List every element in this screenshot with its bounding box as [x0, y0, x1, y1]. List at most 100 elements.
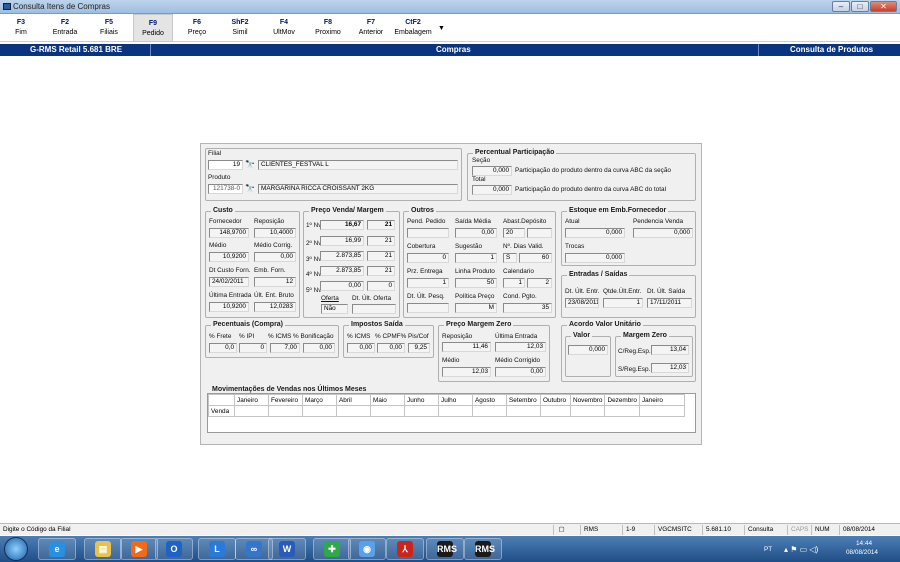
pmz-reposicao-value: 11,46 [442, 342, 491, 352]
custo-fornecedor: 148,9700 [209, 228, 249, 238]
taskbar-app-7[interactable]: W [268, 538, 306, 560]
function-toolbar: F3 Fim F2 Entrada F5 Filiais F9 Pedido F6 Pre… [0, 14, 900, 42]
binoculars-icon[interactable]: 🔭 [245, 160, 255, 169]
table-cell [404, 405, 439, 417]
table-cell [569, 405, 606, 417]
table-row: Venda [208, 405, 685, 417]
filial-code-input[interactable]: 19 [208, 160, 243, 170]
table-cell [540, 405, 571, 417]
month-header: Julho [438, 394, 473, 406]
filial-name-field: CLIENTES_FESTVAL L [258, 160, 458, 170]
table-cell [506, 405, 541, 417]
status-mode: Consulta [744, 525, 776, 535]
toolbar-entrada[interactable]: F2 Entrada [46, 14, 84, 42]
maximize-button[interactable]: □ [851, 1, 869, 12]
custo-ult-entrada: 10,9200 [209, 302, 249, 312]
toolbar-embalagem[interactable]: CtF2 Embalagem [391, 14, 435, 42]
abast-deposito-label: Abast.Depósito [503, 218, 547, 225]
table-cell [370, 405, 405, 417]
toolbar-pedido[interactable]: F9 Pedido [133, 14, 173, 42]
taskbar-app-8[interactable]: ✚ [313, 538, 351, 560]
clock-time[interactable]: 14:44 [856, 540, 872, 547]
taskbar-app-9[interactable]: ◉ [348, 538, 386, 560]
frete-value: 0,0 [209, 343, 237, 353]
status-date: 08/08/2014 [839, 525, 878, 535]
trocas-label: Trocas [565, 243, 585, 250]
custo-dt-custo: 24/02/2011 [209, 277, 249, 287]
system-tray: PT ▴ ⚑ ▭ ◁) 14:44 08/08/2014 [756, 538, 896, 560]
creg-value: 13,04 [651, 345, 689, 355]
toolbar-proximo[interactable]: F8 Proximo [309, 14, 347, 42]
custo-emb-forn: 12 [254, 277, 296, 287]
pendencia-label: Pendencia Venda [633, 218, 684, 225]
month-header: Agosto [472, 394, 507, 406]
saida-media-value: 0,00 [455, 228, 497, 238]
month-header: Junho [404, 394, 439, 406]
pend-pedido-label: Pend. Pedido [407, 218, 446, 225]
media-icon: ▶ [131, 541, 147, 557]
toolbar-filiais[interactable]: F5 Filiais [90, 14, 128, 42]
taskbar-app-10[interactable]: ⅄ [386, 538, 424, 560]
window-title: Consulta Itens de Compras [13, 2, 110, 11]
close-button[interactable]: ✕ [870, 1, 897, 12]
month-header: Março [302, 394, 337, 406]
taskbar-app-11[interactable]: RMS [426, 538, 464, 560]
pmz-medio-corrigido-value: 0,00 [495, 367, 546, 377]
explorer-icon: ▤ [95, 541, 111, 557]
total-desc: Participação do produto dentro da curva … [515, 186, 666, 193]
nivel-5-margem: 0 [367, 281, 395, 291]
module-name: Compras [436, 45, 471, 54]
title-bar: Consulta Itens de Compras – □ ✕ [0, 0, 900, 14]
language-indicator[interactable]: PT [764, 546, 772, 553]
sugestao-value: 1 [455, 253, 497, 263]
ult-entrada-label: Última Entrada [209, 292, 252, 299]
taskbar-app-3[interactable]: ▶ [120, 538, 158, 560]
taskbar-app-12[interactable]: RMS [464, 538, 502, 560]
ult-ent-bruto-label: Últ. Ent. Bruto [254, 292, 294, 299]
outlook-icon: O [166, 541, 182, 557]
toolbar-anterior[interactable]: F7 Anterior [352, 14, 390, 42]
vendas-table[interactable]: Janeiro Fevereiro Março Abril Maio Junho… [207, 393, 696, 433]
pend-pedido-value [407, 228, 449, 238]
clock-date[interactable]: 08/08/2014 [846, 549, 878, 556]
cobertura-label: Cobertura [407, 243, 436, 250]
install-icon: ✚ [324, 541, 340, 557]
dt-ult-oferta-value [352, 304, 396, 314]
icms-value: 7,00 [270, 343, 300, 353]
month-header: Maio [370, 394, 405, 406]
dt-ult-entr-value: 23/08/2011 [565, 298, 599, 308]
medio-label: Médio [209, 242, 227, 249]
impostos-icms-label: % ICMS [347, 333, 371, 340]
taskbar-app-2[interactable]: ▤ [84, 538, 122, 560]
taskbar-app-4[interactable]: O [155, 538, 193, 560]
month-header: Outubro [540, 394, 571, 406]
month-header: Setembro [506, 394, 541, 406]
start-button[interactable] [4, 537, 28, 561]
dropdown-arrow-icon[interactable]: ▼ [438, 25, 445, 32]
table-cell [268, 405, 303, 417]
pdf-icon: ⅄ [397, 541, 413, 557]
taskbar-app-1[interactable]: e [38, 538, 76, 560]
binoculars-icon-2[interactable]: 🔭 [245, 184, 255, 193]
sugestao-label: Sugestão [455, 243, 483, 250]
impostos-piscof-label: Pis/Cof [408, 333, 429, 340]
dt-ult-oferta-label: Dt. Últ. Oferta [352, 295, 392, 302]
toolbar-ultmov[interactable]: F4 UltMov [265, 14, 303, 42]
taskbar-app-5[interactable]: L [198, 538, 236, 560]
toolbar-preco[interactable]: F6 Preço [178, 14, 216, 42]
screen-name: Consulta de Produtos [790, 45, 874, 54]
produto-code-input[interactable]: 121738-0 [208, 184, 243, 194]
table-cell [234, 405, 269, 417]
row-label: Venda [208, 405, 235, 417]
tray-icons[interactable]: ▴ ⚑ ▭ ◁) [784, 545, 818, 554]
toolbar-fim[interactable]: F3 Fim [2, 14, 40, 42]
minimize-button[interactable]: – [832, 1, 850, 12]
status-icon: ▢ [553, 525, 569, 535]
icms-label: % ICMS [268, 333, 292, 340]
rms-icon-2: RMS [475, 541, 495, 557]
month-header: Novembro [569, 394, 606, 406]
toolbar-simil[interactable]: ShF2 Simil [221, 14, 259, 42]
oferta-value: Não [321, 304, 348, 314]
ie-icon: e [49, 541, 65, 557]
custo-ult-ent-bruto: 12,0283 [254, 302, 296, 312]
